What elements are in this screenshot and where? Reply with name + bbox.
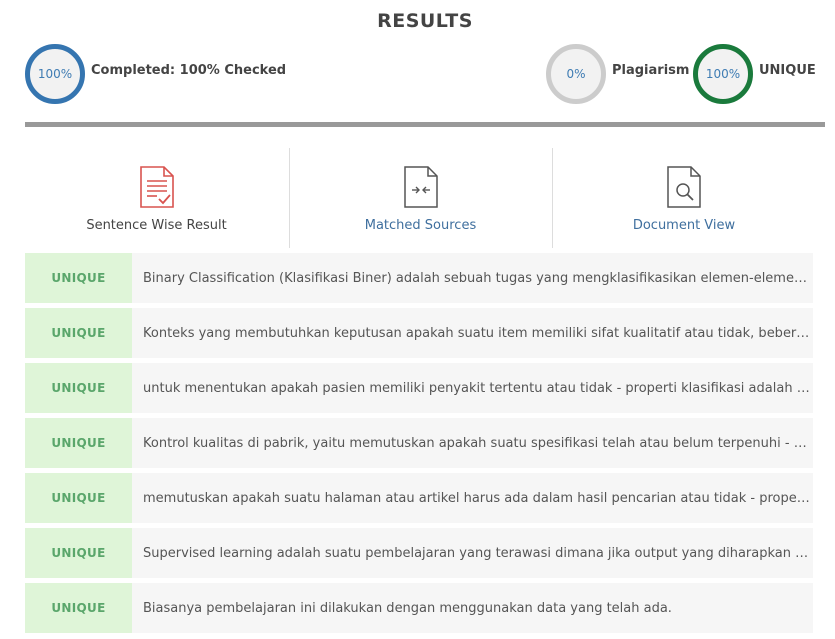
sentence-text: Supervised learning adalah suatu pembela… xyxy=(143,545,813,561)
sentence-text: untuk menentukan apakah pasien memiliki … xyxy=(143,380,813,396)
document-search-icon xyxy=(667,166,701,208)
tab-document-view[interactable]: Document View xyxy=(552,148,815,248)
tab-matched-sources[interactable]: Matched Sources xyxy=(289,148,551,248)
unique-value: 100% xyxy=(705,67,741,81)
completed-progress-circle: 100% xyxy=(25,44,85,104)
sentence-text: memutuskan apakah suatu halaman atau art… xyxy=(143,490,813,506)
status-badge: UNIQUE xyxy=(25,363,132,413)
tab-label: Sentence Wise Result xyxy=(86,218,227,233)
status-badge: UNIQUE xyxy=(25,418,132,468)
divider xyxy=(25,122,825,127)
document-compare-icon xyxy=(403,166,438,208)
completed-label: Completed: 100% Checked xyxy=(91,63,287,78)
sentence-text-cell: Binary Classification (Klasifikasi Biner… xyxy=(132,253,813,303)
sentence-text-cell: Biasanya pembelajaran ini dilakukan deng… xyxy=(132,583,813,633)
unique-label: UNIQUE xyxy=(759,63,816,78)
status-badge: UNIQUE xyxy=(25,308,132,358)
plagiarism-value: 0% xyxy=(566,67,586,81)
plagiarism-circle: 0% xyxy=(546,44,606,104)
status-badge: UNIQUE xyxy=(25,583,132,633)
result-row[interactable]: UNIQUE Konteks yang membutuhkan keputusa… xyxy=(25,308,813,358)
sentence-text-cell: Supervised learning adalah suatu pembela… xyxy=(132,528,813,578)
sentence-text-cell: Kontrol kualitas di pabrik, yaitu memutu… xyxy=(132,418,813,468)
sentence-text: Binary Classification (Klasifikasi Biner… xyxy=(143,270,813,286)
sentence-text: Konteks yang membutuhkan keputusan apaka… xyxy=(143,325,813,341)
tab-label: Document View xyxy=(632,218,736,233)
sentence-text-cell: untuk menentukan apakah pasien memiliki … xyxy=(132,363,813,413)
plagiarism-label: Plagiarism xyxy=(612,63,690,78)
sentence-text: Biasanya pembelajaran ini dilakukan deng… xyxy=(143,600,672,616)
sentence-text-cell: Konteks yang membutuhkan keputusan apaka… xyxy=(132,308,813,358)
status-badge: UNIQUE xyxy=(25,473,132,523)
result-row[interactable]: UNIQUE Supervised learning adalah suatu … xyxy=(25,528,813,578)
status-badge: UNIQUE xyxy=(25,253,132,303)
tab-label: Matched Sources xyxy=(364,218,477,233)
result-row[interactable]: UNIQUE memutuskan apakah suatu halaman a… xyxy=(25,473,813,523)
page-title: RESULTS xyxy=(377,10,473,32)
sentence-text: Kontrol kualitas di pabrik, yaitu memutu… xyxy=(143,435,813,451)
completed-value: 100% xyxy=(37,67,73,81)
result-row[interactable]: UNIQUE Binary Classification (Klasifikas… xyxy=(25,253,813,303)
status-badge: UNIQUE xyxy=(25,528,132,578)
tab-sentence-wise-result[interactable]: Sentence Wise Result xyxy=(25,148,288,248)
result-row[interactable]: UNIQUE Kontrol kualitas di pabrik, yaitu… xyxy=(25,418,813,468)
document-check-icon xyxy=(139,166,174,208)
sentence-results-list: UNIQUE Binary Classification (Klasifikas… xyxy=(25,253,813,638)
result-row[interactable]: UNIQUE untuk menentukan apakah pasien me… xyxy=(25,363,813,413)
unique-circle: 100% xyxy=(693,44,753,104)
sentence-text-cell: memutuskan apakah suatu halaman atau art… xyxy=(132,473,813,523)
result-row[interactable]: UNIQUE Biasanya pembelajaran ini dilakuk… xyxy=(25,583,813,633)
